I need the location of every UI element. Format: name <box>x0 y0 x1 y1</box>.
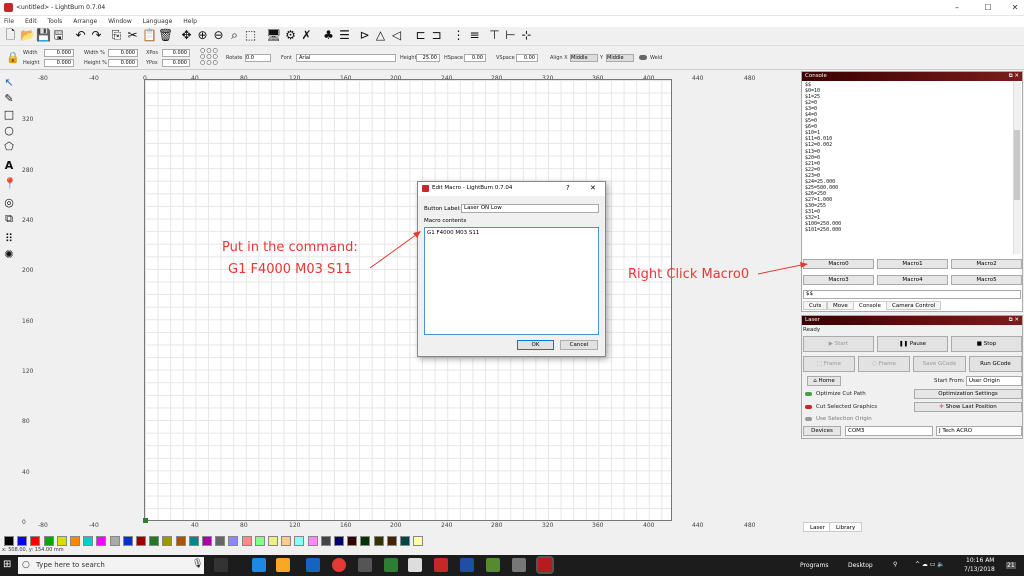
taskbar-time[interactable]: 10:16 AM <box>966 557 994 564</box>
microphone-icon[interactable]: 🎙 <box>192 559 203 569</box>
taskbar-programs[interactable]: Programs <box>800 562 828 569</box>
arrowhead-icon <box>800 262 808 268</box>
arrowhead-icon <box>413 231 421 238</box>
calculator-icon[interactable] <box>358 558 372 572</box>
notepad-icon[interactable] <box>408 558 422 572</box>
task-view-icon[interactable] <box>214 558 228 572</box>
file-explorer-icon[interactable] <box>276 558 290 572</box>
chrome-icon[interactable] <box>332 558 346 572</box>
arrow-to-textarea <box>369 231 421 269</box>
acrobat-icon[interactable] <box>434 558 448 572</box>
network-people-icon[interactable]: ⚲ <box>893 561 897 568</box>
annotation-arrows <box>369 231 808 275</box>
search-icon: ○ <box>22 560 30 570</box>
word-icon[interactable] <box>460 558 474 572</box>
windows-start-icon[interactable]: ⊞ <box>3 559 14 570</box>
edge-browser-icon[interactable] <box>252 558 266 572</box>
notification-badge[interactable]: 21 <box>1006 562 1016 569</box>
lightburn-taskbar-icon[interactable] <box>536 556 554 574</box>
outlook-icon[interactable] <box>306 558 320 572</box>
taskbar-date[interactable]: 7/13/2018 <box>964 566 995 573</box>
app-icon[interactable] <box>486 558 500 572</box>
system-tray-icons[interactable]: ^ ☁ ▭ 🔈 <box>915 561 945 568</box>
excel-icon[interactable] <box>384 558 398 572</box>
arrow-to-macro0 <box>757 263 807 275</box>
taskbar-desktop[interactable]: Desktop <box>848 562 873 569</box>
taskbar-search-box[interactable]: Type here to search <box>18 557 204 574</box>
app-icon[interactable] <box>512 558 526 572</box>
